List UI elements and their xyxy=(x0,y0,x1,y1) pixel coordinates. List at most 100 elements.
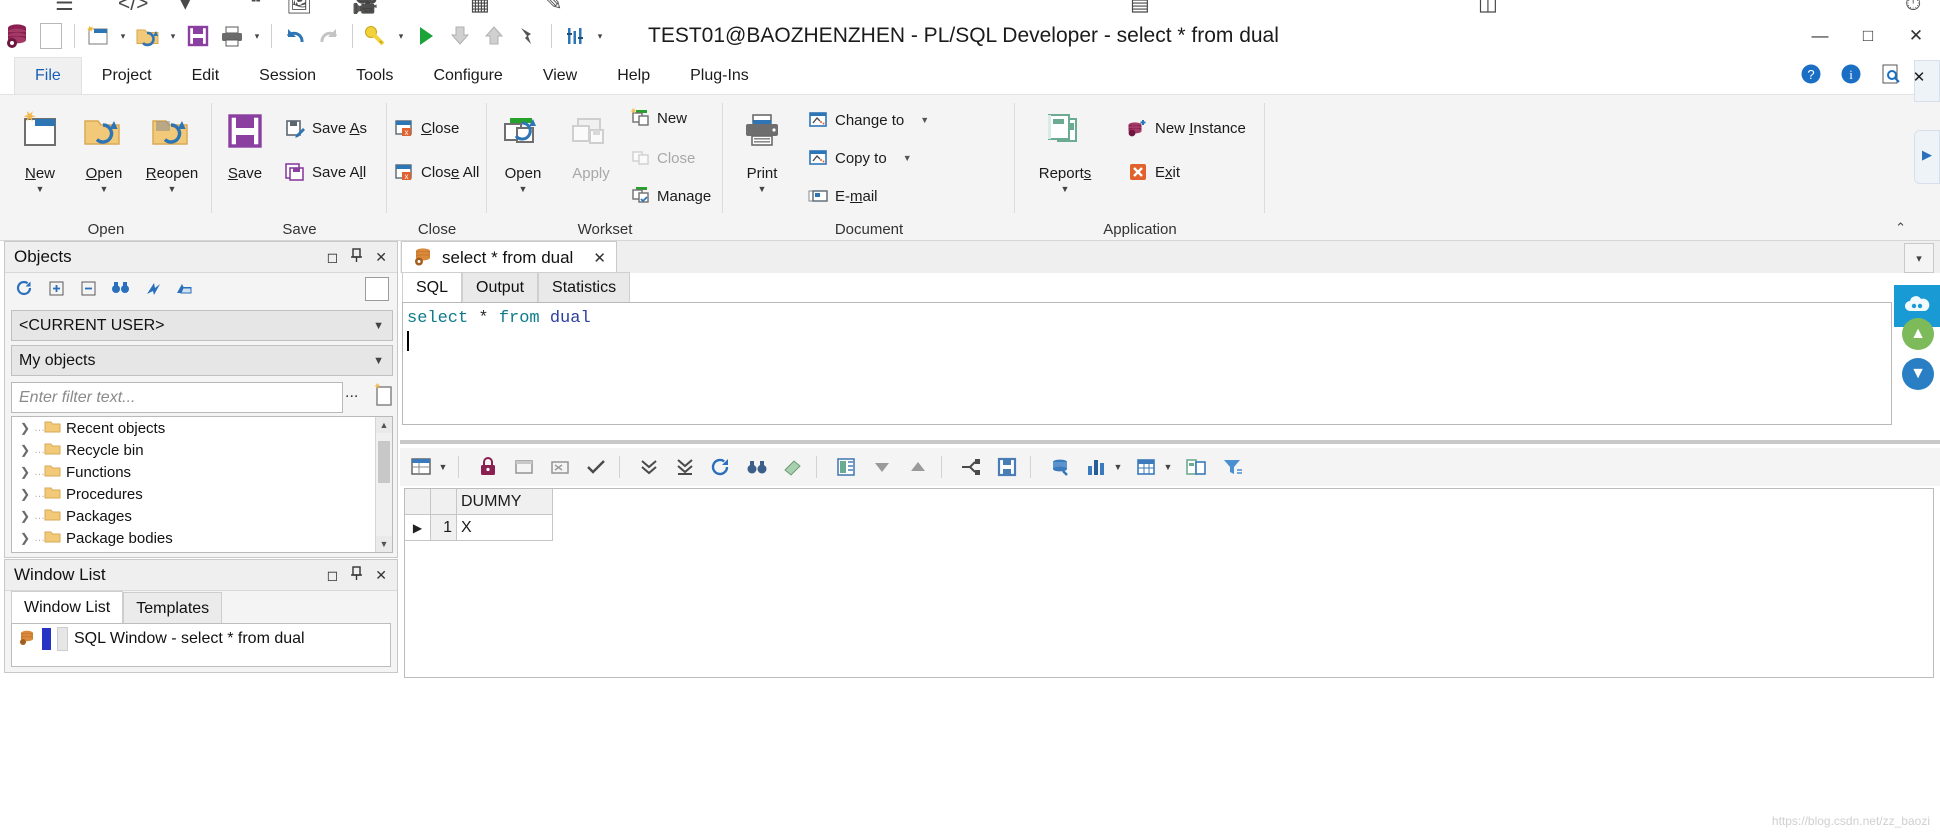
menu-item-plugins[interactable]: Plug-Ins xyxy=(670,58,769,94)
objects-filter-checkbox[interactable] xyxy=(365,277,389,301)
menu-items[interactable]: File Project Edit Session Tools Configur… xyxy=(14,57,769,94)
new-icon[interactable] xyxy=(81,19,115,53)
key-dropdown-caret[interactable]: ▾ xyxy=(393,19,409,53)
tab-output[interactable]: Output xyxy=(462,272,539,303)
chart-icon[interactable] xyxy=(1081,452,1111,482)
new-dropdown-caret[interactable]: ▾ xyxy=(115,19,131,53)
find-data-icon[interactable] xyxy=(742,452,772,482)
document-tab-close-icon[interactable]: ✕ xyxy=(593,249,606,267)
link-query-icon[interactable] xyxy=(1045,452,1075,482)
ribbon-workset-open-button[interactable]: Open ▼ xyxy=(487,103,559,194)
objects-scope-selector[interactable]: My objects ▼ xyxy=(11,345,393,376)
objects-panel-controls[interactable]: ◻ ✕ xyxy=(327,242,393,272)
maximize-panel-icon[interactable]: ◻ xyxy=(327,567,339,584)
break-icon[interactable] xyxy=(511,19,545,53)
objects-user-selector[interactable]: <CURRENT USER> ▼ xyxy=(11,310,393,341)
tab-window-list[interactable]: Window List xyxy=(11,591,124,624)
expand-chevron-icon[interactable]: ❯ xyxy=(20,531,34,545)
grid-view-icon[interactable] xyxy=(406,452,436,482)
blank-document-icon[interactable] xyxy=(34,19,68,53)
undo-icon[interactable] xyxy=(278,19,312,53)
collapse-all-icon[interactable] xyxy=(75,275,101,301)
tree-item-packages[interactable]: ❯ … Packages xyxy=(12,505,392,527)
expand-chevron-icon[interactable]: ❯ xyxy=(20,443,34,457)
menu-item-configure[interactable]: Configure xyxy=(413,58,522,94)
tree-item-functions[interactable]: ❯ … Functions xyxy=(12,461,392,483)
ribbon-exit-button[interactable]: Exit xyxy=(1127,157,1180,187)
ribbon-reports-button[interactable]: Reports ▼ xyxy=(1015,103,1115,194)
tab-sql[interactable]: SQL xyxy=(402,272,463,303)
tree-item-recent-objects[interactable]: ❯ … Recent objects xyxy=(12,417,392,439)
menu-item-file[interactable]: File xyxy=(14,57,82,94)
minimize-button[interactable]: — xyxy=(1796,14,1844,58)
right-rail-up-button[interactable]: ▲ xyxy=(1902,318,1934,350)
result-grid-toolbar[interactable]: ▼ ▼ ▼ xyxy=(400,448,1940,486)
find-objects-icon[interactable] xyxy=(107,275,133,301)
close-panel-icon[interactable]: ✕ xyxy=(375,249,387,266)
database-icon[interactable] xyxy=(0,19,34,53)
sql-window-tabs[interactable]: SQL Output Statistics xyxy=(402,272,631,303)
tree-item-procedures[interactable]: ❯ … Procedures xyxy=(12,483,392,505)
browser-folder-icon[interactable] xyxy=(171,275,197,301)
menu-item-help[interactable]: Help xyxy=(597,58,670,94)
ribbon-workset-open-caret[interactable]: ▼ xyxy=(487,184,559,194)
redo-icon[interactable] xyxy=(312,19,346,53)
chevron-down-icon[interactable]: ▼ xyxy=(373,320,384,332)
pin-panel-icon[interactable] xyxy=(350,248,363,266)
rollback-icon[interactable] xyxy=(477,19,511,53)
ribbon-print-button[interactable]: Print ▼ xyxy=(723,103,801,194)
ribbon-collapse-button[interactable]: ⌃ xyxy=(1895,220,1906,236)
open-icon[interactable] xyxy=(131,19,165,53)
save-icon[interactable] xyxy=(181,19,215,53)
document-tab-select-from-dual[interactable]: select * from dual ✕ xyxy=(401,241,617,275)
sql-editor[interactable]: select * from dual xyxy=(402,302,1892,425)
tree-item-package-bodies[interactable]: ❯ … Package bodies xyxy=(12,527,392,549)
cell-dummy[interactable]: X xyxy=(457,515,553,541)
find-page-icon[interactable] xyxy=(1880,63,1902,89)
ribbon-copy-to-button[interactable]: Copy to ▼ xyxy=(807,143,912,173)
table-row[interactable]: ▶ 1 X xyxy=(405,515,1933,541)
close-panel-icon[interactable]: ✕ xyxy=(375,567,387,584)
delete-record-icon[interactable] xyxy=(545,452,575,482)
table-layout-icon[interactable] xyxy=(1131,452,1161,482)
menu-item-tools[interactable]: Tools xyxy=(336,58,413,94)
scroll-up-icon[interactable]: ▲ xyxy=(376,417,392,433)
commit-icon[interactable] xyxy=(443,19,477,53)
session-icon[interactable] xyxy=(558,19,592,53)
scroll-down-icon[interactable]: ▼ xyxy=(376,536,392,552)
report-grid-icon[interactable] xyxy=(1181,452,1211,482)
window-controls[interactable]: — □ ✕ xyxy=(1796,14,1940,58)
maximize-button[interactable]: □ xyxy=(1844,14,1892,58)
export-data-icon[interactable] xyxy=(831,452,861,482)
save-dataset-icon[interactable] xyxy=(992,452,1022,482)
window-list-body[interactable]: SQL Window - select * from dual xyxy=(11,623,391,667)
result-grid[interactable]: DUMMY ▶ 1 X xyxy=(404,488,1934,678)
tab-statistics[interactable]: Statistics xyxy=(538,272,631,303)
close-button[interactable]: ✕ xyxy=(1892,14,1940,58)
expand-chevron-icon[interactable]: ❯ xyxy=(20,421,34,435)
ribbon-save-all-button[interactable]: Save All xyxy=(284,157,366,187)
table-layout-caret[interactable]: ▼ xyxy=(1161,452,1175,482)
ribbon-workset-manage-button[interactable]: Manage xyxy=(629,181,711,211)
right-rail-chevron-icon[interactable]: ▶ xyxy=(1915,147,1939,163)
expand-chevron-icon[interactable]: ❯ xyxy=(20,509,34,523)
objects-tree-scrollbar[interactable]: ▲ ▼ xyxy=(375,417,392,552)
insert-record-icon[interactable] xyxy=(509,452,539,482)
grid-column-header-dummy[interactable]: DUMMY xyxy=(457,489,553,515)
list-item[interactable]: SQL Window - select * from dual xyxy=(12,624,390,654)
ribbon-change-to-caret[interactable]: ▼ xyxy=(920,115,929,125)
ribbon-copy-to-caret[interactable]: ▼ xyxy=(903,153,912,163)
ribbon-change-to-button[interactable]: Change to ▼ xyxy=(807,105,929,135)
objects-toolbar[interactable] xyxy=(5,273,397,303)
ribbon-save-button[interactable]: Save xyxy=(212,103,278,182)
qat-overflow-caret[interactable]: ▾ xyxy=(592,19,608,53)
menu-bar-right-icons[interactable]: ? i xyxy=(1800,58,1902,94)
open-dropdown-caret[interactable]: ▾ xyxy=(165,19,181,53)
refresh-data-icon[interactable] xyxy=(706,452,736,482)
expand-all-icon[interactable] xyxy=(43,275,69,301)
right-rail-close-icon[interactable]: ✕ xyxy=(1900,58,1938,96)
menu-item-edit[interactable]: Edit xyxy=(172,58,240,94)
maximize-panel-icon[interactable]: ◻ xyxy=(327,249,339,266)
post-changes-icon[interactable] xyxy=(581,452,611,482)
info-circle-icon[interactable]: i xyxy=(1840,63,1862,89)
